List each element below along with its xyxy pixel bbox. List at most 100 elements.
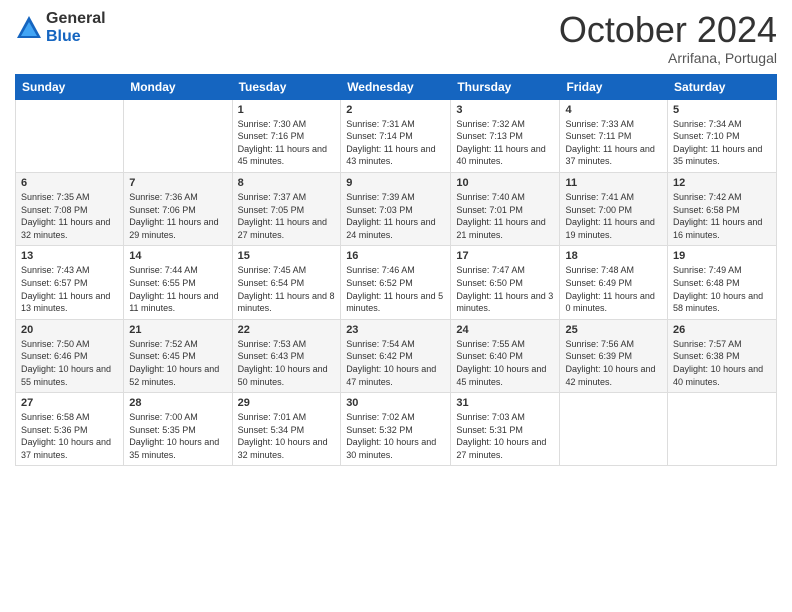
day-info: Sunrise: 7:47 AM Sunset: 6:50 PM Dayligh… [456,264,554,314]
day-info: Sunrise: 7:42 AM Sunset: 6:58 PM Dayligh… [673,191,771,241]
table-row: 28Sunrise: 7:00 AM Sunset: 5:35 PM Dayli… [124,393,232,466]
header-friday: Friday [560,74,668,99]
calendar-table: Sunday Monday Tuesday Wednesday Thursday… [15,74,777,467]
table-row: 18 Sunrise: 7:48 AM Sunset: 6:49 PM Dayli… [560,246,668,319]
week-row-1: 1Sunrise: 7:30 AM Sunset: 7:16 PM Daylig… [16,99,777,172]
day-number: 8 [238,177,336,189]
table-row: 4Sunrise: 7:33 AM Sunset: 7:11 PM Daylig… [560,99,668,172]
day-info: Sunrise: 7:00 AM Sunset: 5:35 PM Dayligh… [129,411,226,461]
week-row-4: 20Sunrise: 7:50 AM Sunset: 6:46 PM Dayli… [16,319,777,392]
logo-text: General Blue [46,10,106,45]
day-number: 18 [565,250,662,262]
day-number: 14 [129,250,226,262]
day-number: 6 [21,177,118,189]
day-info: Sunrise: 7:43 AM Sunset: 6:57 PM Dayligh… [21,264,118,314]
logo-general-text: General [46,10,106,28]
day-number: 16 [346,250,445,262]
day-number: 3 [456,104,554,116]
day-number: 12 [673,177,771,189]
day-info: Sunrise: 7:44 AM Sunset: 6:55 PM Dayligh… [129,264,226,314]
day-number: 29 [238,397,336,409]
table-row: 27Sunrise: 6:58 AM Sunset: 5:36 PM Dayli… [16,393,124,466]
weekday-header-row: Sunday Monday Tuesday Wednesday Thursday… [16,74,777,99]
table-row: 20Sunrise: 7:50 AM Sunset: 6:46 PM Dayli… [16,319,124,392]
day-info: Sunrise: 7:45 AM Sunset: 6:54 PM Dayligh… [238,264,336,314]
header-tuesday: Tuesday [232,74,341,99]
table-row: 22 Sunrise: 7:53 AM Sunset: 6:43 PM Dayli… [232,319,341,392]
day-info: Sunrise: 7:35 AM Sunset: 7:08 PM Dayligh… [21,191,118,241]
table-row: 12 Sunrise: 7:42 AM Sunset: 6:58 PM Dayli… [668,172,777,245]
table-row: 30 Sunrise: 7:02 AM Sunset: 5:32 PM Dayli… [341,393,451,466]
day-info: Sunrise: 7:37 AM Sunset: 7:05 PM Dayligh… [238,191,336,241]
table-row: 7Sunrise: 7:36 AM Sunset: 7:06 PM Daylig… [124,172,232,245]
title-area: October 2024 Arrifana, Portugal [559,10,777,66]
header-sunday: Sunday [16,74,124,99]
day-info: Sunrise: 7:36 AM Sunset: 7:06 PM Dayligh… [129,191,226,241]
day-info: Sunrise: 7:39 AM Sunset: 7:03 PM Dayligh… [346,191,445,241]
day-number: 24 [456,324,554,336]
table-row: 5Sunrise: 7:34 AM Sunset: 7:10 PM Daylig… [668,99,777,172]
day-number: 4 [565,104,662,116]
location-subtitle: Arrifana, Portugal [559,50,777,66]
day-number: 19 [673,250,771,262]
day-info: Sunrise: 7:52 AM Sunset: 6:45 PM Dayligh… [129,338,226,388]
logo: General Blue [15,10,106,45]
table-row: 6 Sunrise: 7:35 AM Sunset: 7:08 PM Daylig… [16,172,124,245]
table-row: 11Sunrise: 7:41 AM Sunset: 7:00 PM Dayli… [560,172,668,245]
day-info: Sunrise: 7:50 AM Sunset: 6:46 PM Dayligh… [21,338,118,388]
table-row: 19 Sunrise: 7:49 AM Sunset: 6:48 PM Dayli… [668,246,777,319]
day-number: 15 [238,250,336,262]
day-info: Sunrise: 7:30 AM Sunset: 7:16 PM Dayligh… [238,118,336,168]
table-row [560,393,668,466]
table-row: 10Sunrise: 7:40 AM Sunset: 7:01 PM Dayli… [451,172,560,245]
table-row: 9 Sunrise: 7:39 AM Sunset: 7:03 PM Daylig… [341,172,451,245]
day-info: Sunrise: 7:53 AM Sunset: 6:43 PM Dayligh… [238,338,336,388]
day-number: 26 [673,324,771,336]
month-title: October 2024 [559,10,777,50]
day-number: 21 [129,324,226,336]
logo-blue-text: Blue [46,28,106,46]
day-number: 11 [565,177,662,189]
week-row-3: 13 Sunrise: 7:43 AM Sunset: 6:57 PM Dayli… [16,246,777,319]
day-info: Sunrise: 7:31 AM Sunset: 7:14 PM Dayligh… [346,118,445,168]
day-info: Sunrise: 7:54 AM Sunset: 6:42 PM Dayligh… [346,338,445,388]
day-number: 13 [21,250,118,262]
day-info: Sunrise: 7:34 AM Sunset: 7:10 PM Dayligh… [673,118,771,168]
day-number: 17 [456,250,554,262]
table-row: 16Sunrise: 7:46 AM Sunset: 6:52 PM Dayli… [341,246,451,319]
day-info: Sunrise: 7:48 AM Sunset: 6:49 PM Dayligh… [565,264,662,314]
day-number: 30 [346,397,445,409]
table-row: 24 Sunrise: 7:55 AM Sunset: 6:40 PM Dayli… [451,319,560,392]
table-row: 17 Sunrise: 7:47 AM Sunset: 6:50 PM Dayli… [451,246,560,319]
table-row [16,99,124,172]
table-row [668,393,777,466]
day-number: 9 [346,177,445,189]
day-info: Sunrise: 7:49 AM Sunset: 6:48 PM Dayligh… [673,264,771,314]
header-wednesday: Wednesday [341,74,451,99]
table-row: 2Sunrise: 7:31 AM Sunset: 7:14 PM Daylig… [341,99,451,172]
day-info: Sunrise: 7:56 AM Sunset: 6:39 PM Dayligh… [565,338,662,388]
table-row: 14 Sunrise: 7:44 AM Sunset: 6:55 PM Dayli… [124,246,232,319]
day-info: Sunrise: 7:55 AM Sunset: 6:40 PM Dayligh… [456,338,554,388]
table-row: 29 Sunrise: 7:01 AM Sunset: 5:34 PM Dayli… [232,393,341,466]
logo-icon [15,14,43,42]
table-row: 1Sunrise: 7:30 AM Sunset: 7:16 PM Daylig… [232,99,341,172]
table-row: 26 Sunrise: 7:57 AM Sunset: 6:38 PM Dayli… [668,319,777,392]
table-row: 21 Sunrise: 7:52 AM Sunset: 6:45 PM Dayli… [124,319,232,392]
day-info: Sunrise: 7:57 AM Sunset: 6:38 PM Dayligh… [673,338,771,388]
day-info: Sunrise: 6:58 AM Sunset: 5:36 PM Dayligh… [21,411,118,461]
day-number: 22 [238,324,336,336]
day-info: Sunrise: 7:01 AM Sunset: 5:34 PM Dayligh… [238,411,336,461]
table-row: 13 Sunrise: 7:43 AM Sunset: 6:57 PM Dayli… [16,246,124,319]
header: General Blue October 2024 Arrifana, Port… [15,10,777,66]
header-saturday: Saturday [668,74,777,99]
day-number: 31 [456,397,554,409]
table-row: 23 Sunrise: 7:54 AM Sunset: 6:42 PM Dayli… [341,319,451,392]
table-row: 8 Sunrise: 7:37 AM Sunset: 7:05 PM Daylig… [232,172,341,245]
table-row [124,99,232,172]
table-row: 3 Sunrise: 7:32 AM Sunset: 7:13 PM Daylig… [451,99,560,172]
day-info: Sunrise: 7:02 AM Sunset: 5:32 PM Dayligh… [346,411,445,461]
day-number: 23 [346,324,445,336]
day-info: Sunrise: 7:32 AM Sunset: 7:13 PM Dayligh… [456,118,554,168]
header-thursday: Thursday [451,74,560,99]
